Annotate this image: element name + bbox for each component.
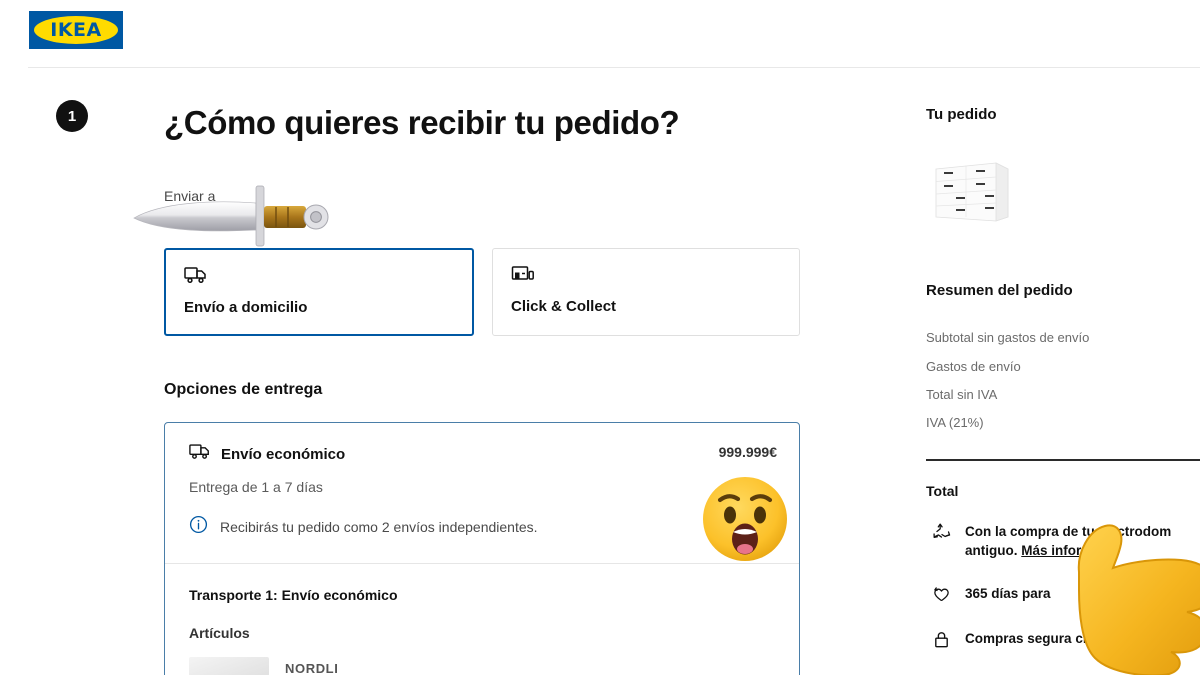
astonished-face-emoji xyxy=(703,477,787,561)
delivery-method-home-card[interactable]: Envío a domicilio xyxy=(164,248,474,336)
info-circle-icon xyxy=(189,515,208,539)
benefit-returns-text: 365 días para xyxy=(965,586,1051,601)
summary-line-vat: IVA (21%) xyxy=(926,415,984,430)
delivery-option-header: Envío económico xyxy=(189,443,345,465)
dagger-emoji xyxy=(133,185,329,247)
logo-text: IKEA xyxy=(50,18,102,41)
total-divider xyxy=(926,459,1200,461)
order-summary-heading: Tu pedido xyxy=(926,106,997,123)
delivery-option-eta: Entrega de 1 a 7 días xyxy=(189,479,323,495)
delivery-option-info-row: Recibirás tu pedido como 2 envíos indepe… xyxy=(189,515,538,539)
transport-title: Transporte 1: Envío económico xyxy=(189,587,398,603)
pointing-hand-emoji xyxy=(1077,524,1200,675)
lock-icon xyxy=(932,630,951,654)
summary-line-total-no-vat: Total sin IVA xyxy=(926,387,998,402)
site-header: IKEA xyxy=(0,0,1200,68)
page-title: ¿Cómo quieres recibir tu pedido? xyxy=(164,104,680,141)
summary-title: Resumen del pedido xyxy=(926,282,1073,299)
summary-line-subtotal: Subtotal sin gastos de envío xyxy=(926,330,1090,345)
articles-title: Artículos xyxy=(189,625,250,641)
article-name: NORDLI xyxy=(285,661,339,675)
delivery-option-price: 999.999€ xyxy=(718,444,777,460)
delivery-option-info-text: Recibirás tu pedido como 2 envíos indepe… xyxy=(220,519,538,535)
product-image-nordli xyxy=(935,162,1009,222)
delivery-truck-icon xyxy=(184,266,454,289)
return-heart-icon xyxy=(932,585,951,609)
delivery-truck-icon xyxy=(189,443,211,465)
step-badge-1: 1 xyxy=(56,100,88,132)
ikea-logo[interactable]: IKEA xyxy=(29,11,123,49)
header-divider xyxy=(28,67,1200,68)
summary-line-shipping: Gastos de envío xyxy=(926,359,1021,374)
logo-ellipse: IKEA xyxy=(34,16,118,44)
delivery-option-name: Envío económico xyxy=(221,445,346,463)
delivery-method-collect-card[interactable]: Click & Collect xyxy=(492,248,800,336)
checkout-page: IKEA 1 ¿Cómo quieres recibir tu pedido? … xyxy=(0,0,1200,675)
store-pickup-icon xyxy=(511,265,781,288)
delivery-method-home-label: Envío a domicilio xyxy=(184,299,308,316)
total-label: Total xyxy=(926,483,959,499)
article-thumbnail xyxy=(189,657,269,675)
delivery-options-title: Opciones de entrega xyxy=(164,381,323,398)
recycle-icon xyxy=(932,523,951,547)
delivery-method-collect-label: Click & Collect xyxy=(511,298,617,315)
